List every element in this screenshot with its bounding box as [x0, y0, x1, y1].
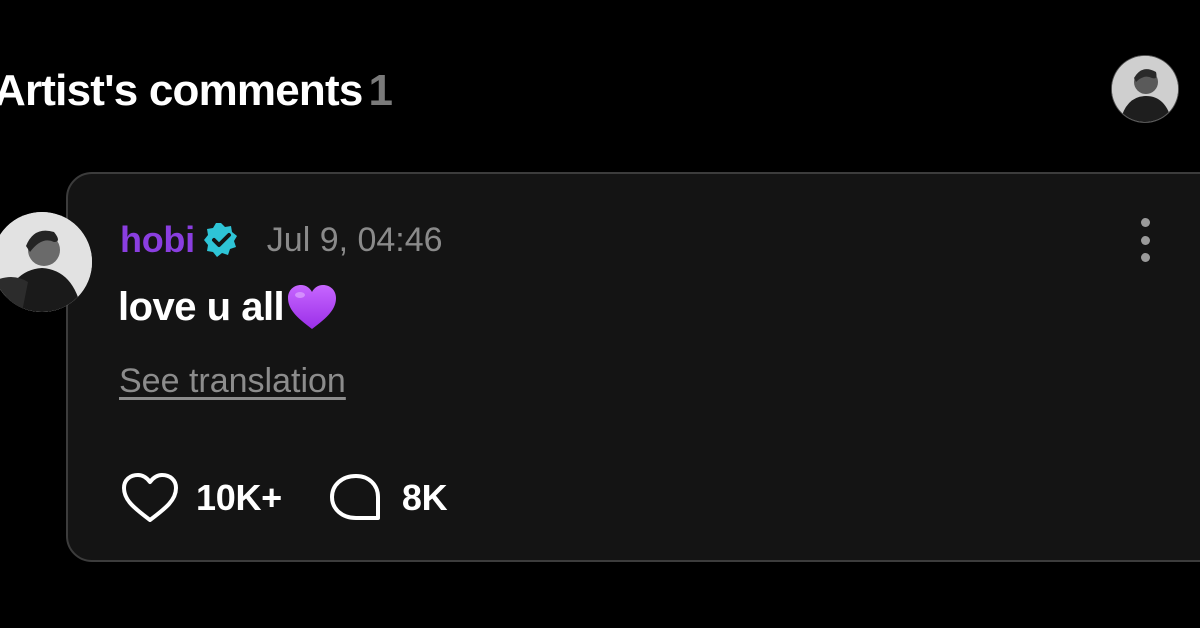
author-name[interactable]: hobi [120, 219, 195, 261]
artist-comments-screen: Artist's comments 1 hobi Jul 9, 04:46 lo… [0, 0, 1200, 628]
section-title: Artist's comments [0, 66, 363, 115]
section-header: Artist's comments 1 [0, 56, 399, 126]
comment-meta: hobi Jul 9, 04:46 [120, 219, 443, 261]
comment-body: love u all [118, 282, 338, 332]
more-vertical-icon [1140, 218, 1150, 227]
heart-outline-icon [120, 472, 180, 524]
comment-timestamp: Jul 9, 04:46 [266, 220, 443, 259]
reply-button[interactable]: 8K [326, 472, 448, 524]
comment-bubble-icon [326, 472, 386, 524]
see-translation-link[interactable]: See translation [119, 362, 346, 401]
comment-count: 1 [368, 66, 394, 115]
more-dot [1140, 235, 1150, 245]
comment-text: love u all [118, 284, 285, 329]
comment-actions: 10K+ 8K [120, 470, 448, 526]
like-count: 10K+ [196, 477, 282, 518]
verified-badge-icon [203, 222, 239, 258]
reply-count: 8K [401, 477, 448, 518]
current-user-avatar[interactable] [1112, 56, 1178, 122]
like-button[interactable]: 10K+ [120, 472, 282, 524]
purple-heart-emoji-icon [286, 283, 338, 331]
more-options-button[interactable] [1130, 218, 1160, 262]
more-dot [1140, 253, 1150, 262]
comment-card: hobi Jul 9, 04:46 love u all See transla… [66, 172, 1200, 562]
